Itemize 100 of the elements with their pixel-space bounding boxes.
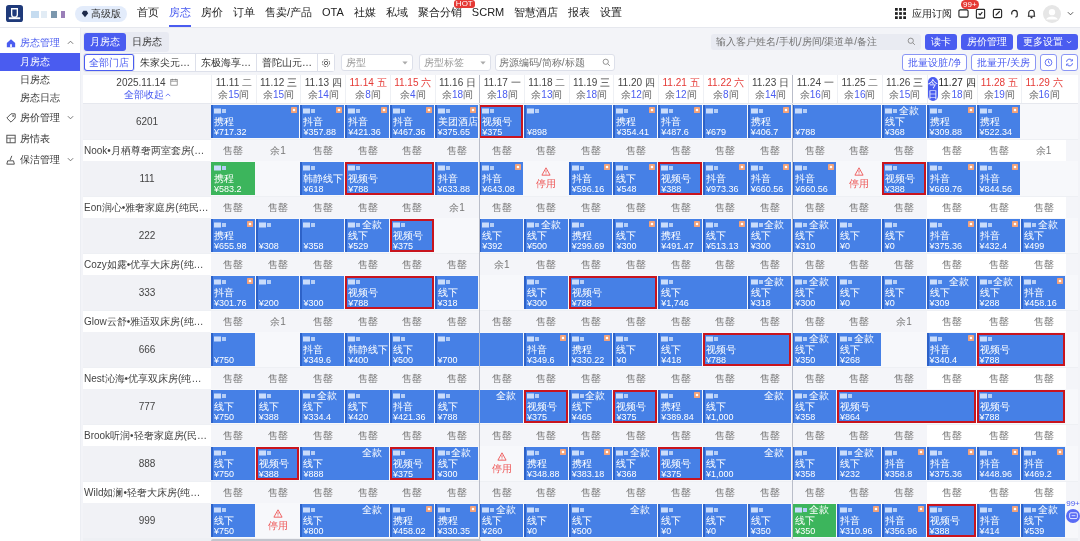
booking-card[interactable]: 携程 ¥330.35 <box>434 504 479 537</box>
booking-card[interactable]: 抖音 ¥596.16 <box>568 162 613 195</box>
booking-card[interactable]: 线下 ¥548 <box>613 162 658 195</box>
store-tab[interactable]: 全部门店 <box>84 54 135 71</box>
booking-card[interactable]: 抖音 ¥973.36 <box>702 162 747 195</box>
booking-card[interactable]: 视频号 ¥375 <box>613 390 658 423</box>
nav-tab[interactable]: 首页 <box>137 0 159 27</box>
booking-card[interactable]: 视频号 ¥375 <box>389 447 434 480</box>
booking-card[interactable]: 携程 ¥522.34 <box>976 105 1021 138</box>
booking-card[interactable]: 抖音 ¥349.6 <box>524 333 568 366</box>
booking-card[interactable]: 抖音 ¥448.96 <box>976 447 1021 480</box>
booking-card[interactable]: 线下 ¥392 <box>479 219 524 252</box>
booking-card[interactable]: 线下 ¥350 <box>747 504 792 537</box>
booking-card[interactable]: 全款 线下 ¥368 <box>613 447 658 480</box>
booking-card[interactable]: 抖音 ¥375.36 <box>926 219 976 252</box>
booking-card[interactable]: 全款 线下 ¥260 <box>479 504 524 537</box>
headset-icon[interactable] <box>1009 8 1020 19</box>
booking-card[interactable]: 线下 ¥0 <box>658 504 702 537</box>
booking-card[interactable]: 线下 ¥750 <box>211 447 255 480</box>
booking-card[interactable]: 全款 线下 ¥499 <box>1021 219 1065 252</box>
booking-card[interactable]: 携程 ¥348.88 <box>524 447 568 480</box>
booking-card[interactable]: ¥679 <box>702 105 747 138</box>
booking-card[interactable]: 抖音 ¥357.88 <box>300 105 345 138</box>
sidebar-item[interactable]: 保洁管理 <box>0 149 80 170</box>
collapse-all-link[interactable]: 全部收起 <box>123 87 171 102</box>
booking-card[interactable]: 抖音 ¥467.36 <box>389 105 434 138</box>
booking-card[interactable]: 携程 ¥383.18 <box>568 447 613 480</box>
sidebar-subitem[interactable]: 日房态 <box>0 71 80 89</box>
booking-card[interactable]: 全款 线下 ¥888 <box>300 447 389 480</box>
sidebar-subitem[interactable]: 房态日志 <box>0 89 80 107</box>
booking-card[interactable]: 全款 线下 ¥1,000 <box>702 447 792 480</box>
booking-card[interactable]: 线下 ¥0 <box>881 219 926 252</box>
booking-card[interactable]: 抖音 ¥487.6 <box>658 105 702 138</box>
booking-card[interactable]: 全款 线下 ¥310 <box>792 219 837 252</box>
booking-card[interactable]: 全款 线下 ¥334.4 <box>300 390 345 423</box>
booking-card[interactable]: 线下 ¥300 <box>613 219 658 252</box>
booking-card[interactable]: 视频号 ¥788 <box>976 333 1065 366</box>
booking-card[interactable]: 线下 ¥1,746 <box>658 276 747 309</box>
history-button[interactable] <box>1040 54 1057 71</box>
apps-grid-icon[interactable] <box>895 8 906 19</box>
booking-card[interactable]: 抖音 ¥643.08 <box>479 162 524 195</box>
booking-card[interactable]: 视频号 ¥375 <box>658 447 702 480</box>
booking-card[interactable]: 抖音 ¥421.36 <box>389 390 434 423</box>
booking-card[interactable]: 视频号 ¥788 <box>345 276 434 309</box>
booking-card[interactable]: 视频号 ¥388 <box>926 504 976 537</box>
booking-card[interactable]: 抖音 ¥458.16 <box>1021 276 1065 309</box>
booking-card[interactable]: 抖音 ¥421.36 <box>345 105 389 138</box>
booking-card[interactable]: 全款 线下 ¥788 <box>434 390 524 423</box>
room-type-name[interactable]: Glow云舒•雅适双床房(纯… <box>83 311 211 332</box>
booking-card[interactable]: 线下 ¥0 <box>524 504 568 537</box>
nav-tab[interactable]: 订单 <box>233 0 255 27</box>
booking-card[interactable]: 抖音 ¥660.56 <box>792 162 837 195</box>
booking-card[interactable]: 视频号 ¥788 <box>702 333 792 366</box>
booking-card[interactable]: 携程 ¥583.2 <box>211 162 255 195</box>
room-type-name[interactable]: Eon润心•雅奢家庭房(纯民… <box>83 197 211 218</box>
booking-card[interactable]: 全款 线下 ¥500 <box>524 219 568 252</box>
booking-card[interactable]: 全款 线下 ¥358 <box>792 390 837 423</box>
booking-card[interactable]: 线下 ¥750 <box>211 504 255 537</box>
booking-card[interactable]: 抖音 ¥669.76 <box>926 162 976 195</box>
booking-card[interactable]: 线下 ¥420 <box>345 390 389 423</box>
refresh-button[interactable] <box>1061 54 1078 71</box>
booking-card[interactable]: 线下 ¥513.13 <box>702 219 747 252</box>
booking-card[interactable]: 抖音 ¥633.88 <box>434 162 479 195</box>
booking-card[interactable]: ¥750 <box>211 333 255 366</box>
booking-card[interactable]: 视频号 ¥864 <box>837 390 976 423</box>
nav-tab[interactable]: 房价 <box>201 0 223 27</box>
booking-card[interactable]: 携程 ¥406.7 <box>747 105 792 138</box>
booking-card[interactable]: ¥788 <box>792 105 881 138</box>
booking-card[interactable]: 携程 ¥354.41 <box>613 105 658 138</box>
batch-button[interactable]: 批量开/关房 <box>971 54 1036 71</box>
booking-card[interactable]: 视频号 ¥788 <box>345 162 434 195</box>
booking-card[interactable]: 全款 线下 ¥800 <box>300 504 389 537</box>
booking-card[interactable]: 携程 ¥491.47 <box>658 219 702 252</box>
booking-card[interactable]: 抖音 ¥432.4 <box>976 219 1021 252</box>
booking-card[interactable]: 视频号 ¥388 <box>658 162 702 195</box>
booking-card[interactable]: 携程 ¥655.98 <box>211 219 255 252</box>
listing-search-field[interactable]: 房源编码/简称/标题 <box>495 54 615 71</box>
booking-card[interactable]: 美团酒店 ¥375.65 <box>434 105 479 138</box>
booking-card[interactable]: ¥700 <box>434 333 524 366</box>
action-button[interactable]: 更多设置 <box>1017 33 1078 50</box>
caret-icon[interactable] <box>1067 11 1074 16</box>
booking-card[interactable]: 全款 线下 ¥318 <box>747 276 792 309</box>
booking-card[interactable]: 全款 线下 ¥288 <box>976 276 1021 309</box>
booking-card[interactable]: 全款 线下 ¥465 <box>568 390 613 423</box>
booking-card[interactable]: 韩静线下 ¥400 <box>345 333 389 366</box>
booking-card[interactable]: 线下 ¥0 <box>881 276 926 309</box>
booking-card[interactable]: 线下 ¥318 <box>434 276 479 309</box>
sidebar-item[interactable]: 房态管理 <box>0 32 80 53</box>
booking-card[interactable]: 全款 线下 ¥300 <box>434 447 479 480</box>
settings-button[interactable] <box>318 54 334 71</box>
nav-tab[interactable]: 售卖/产品 <box>265 0 313 27</box>
booking-card[interactable]: 携程 ¥458.02 <box>389 504 434 537</box>
room-type-name[interactable]: Nest沁海•优享双床房(纯… <box>83 368 211 389</box>
booking-card[interactable]: 抖音 ¥310.96 <box>837 504 881 537</box>
booking-card[interactable]: 全款 线下 ¥350 <box>792 333 837 366</box>
filter-select[interactable]: 房型 <box>341 54 413 71</box>
bell-icon[interactable] <box>1026 8 1037 19</box>
booking-card[interactable]: 携程 ¥717.32 <box>211 105 300 138</box>
nav-tab[interactable]: 智慧酒店 <box>514 0 559 27</box>
booking-card[interactable]: 线下 ¥750 <box>211 390 255 423</box>
